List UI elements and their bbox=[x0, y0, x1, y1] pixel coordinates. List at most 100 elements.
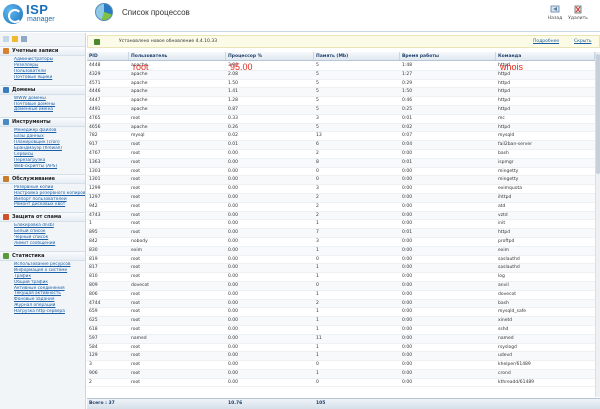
back-button[interactable]: Назад bbox=[544, 4, 566, 21]
sidebar-section-header[interactable]: Обслуживание bbox=[0, 173, 85, 184]
table-row[interactable]: 4765 root 0.33 3 0:01 mc bbox=[87, 115, 595, 124]
notice-details-link[interactable]: Подробнее bbox=[533, 39, 559, 44]
cell-command: khelper/61489 bbox=[498, 362, 531, 368]
cell-cpu: 1.50 bbox=[228, 80, 239, 86]
cell-user: root bbox=[131, 256, 141, 262]
scrollbar-thumb[interactable] bbox=[596, 54, 600, 174]
table-row[interactable]: 830 exim 0.00 1 0:00 exim bbox=[87, 246, 595, 256]
cell-uptime: 0:00 bbox=[402, 282, 413, 288]
favorites-icon[interactable] bbox=[12, 35, 18, 42]
cell-pid: 1301 bbox=[89, 177, 101, 183]
table-row[interactable]: 4446 apache 1.41 5 1:50 httpd bbox=[87, 88, 595, 98]
ispmanager-logo[interactable]: ISP manager bbox=[3, 2, 73, 29]
col-header-memory[interactable]: Память (Mb) bbox=[314, 52, 400, 60]
sidebar-section-title: Учетные записи bbox=[12, 48, 59, 54]
col-header-cpu[interactable]: Процессор % bbox=[226, 52, 314, 60]
cell-memory: 1 bbox=[316, 291, 319, 297]
table-row[interactable]: 782 mysql 0.02 13 0:07 mysqld bbox=[87, 132, 595, 142]
section-icon bbox=[3, 86, 9, 93]
collapse-icon[interactable] bbox=[21, 35, 27, 42]
cell-pid: 4743 bbox=[89, 212, 101, 218]
table-row[interactable]: 942 root 0.00 2 0:00 atd bbox=[87, 203, 595, 212]
sidebar-section-header[interactable]: Домены bbox=[0, 84, 85, 95]
sidebar-section-header[interactable]: Защита от спама bbox=[0, 212, 85, 223]
table-row[interactable]: 4448 apache 3.00 5 1:48 httpd bbox=[87, 62, 595, 71]
table-row[interactable]: 4447 apache 1.28 5 0:46 httpd bbox=[87, 97, 595, 106]
table-row[interactable]: 1297 root 0.00 2 0:00 ihttpd bbox=[87, 193, 595, 203]
cell-command: udevd bbox=[498, 353, 512, 359]
table-row[interactable]: 584 root 0.00 1 0:00 rsyslogd bbox=[87, 344, 595, 353]
cell-memory: 5 bbox=[316, 106, 319, 112]
sidebar-section-header[interactable]: Статистика bbox=[0, 250, 85, 261]
table-row[interactable]: 895 root 0.00 7 0:01 httpd bbox=[87, 229, 595, 238]
cell-memory: 2 bbox=[316, 203, 319, 209]
sidebar-item[interactable]: Лимит сообщений bbox=[14, 241, 85, 247]
table-row[interactable]: 597 named 0.00 11 0:00 named bbox=[87, 334, 595, 344]
sidebar-section-header[interactable]: Инструменты bbox=[0, 117, 85, 128]
table-row[interactable]: 618 root 0.00 1 0:00 sshd bbox=[87, 326, 595, 335]
cell-user: root bbox=[131, 344, 141, 350]
table-row[interactable]: 917 root 0.01 6 0:04 fail2ban-server bbox=[87, 141, 595, 150]
table-row[interactable]: 1 root 0.00 1 0:00 init bbox=[87, 220, 595, 230]
table-row[interactable]: 1301 root 0.00 0 0:00 mingetty bbox=[87, 176, 595, 186]
table-row[interactable]: 2 root 0.00 0 0:00 kthreadd/61489 bbox=[87, 379, 595, 388]
cell-uptime: 1:27 bbox=[402, 71, 413, 77]
col-header-user[interactable]: Пользователь bbox=[129, 52, 226, 60]
cell-cpu: 0.00 bbox=[228, 300, 239, 306]
sidebar-item[interactable]: Ремонт дисковых квот bbox=[14, 202, 85, 208]
table-row[interactable]: 4571 apache 1.50 5 0:29 httpd bbox=[87, 80, 595, 89]
cell-uptime: 0:00 bbox=[402, 203, 413, 209]
col-header-uptime[interactable]: Время работы bbox=[400, 52, 496, 60]
table-row[interactable]: 810 root 0.00 1 0:00 log bbox=[87, 273, 595, 282]
cell-command: xinetd bbox=[498, 318, 513, 324]
cell-cpu: 0.00 bbox=[228, 362, 239, 368]
table-row[interactable]: 129 root 0.00 1 0:00 udevd bbox=[87, 352, 595, 362]
table-row[interactable]: 4491 apache 0.87 5 0:25 httpd bbox=[87, 105, 595, 115]
table-row[interactable]: 842 nobody 0.00 3 0:00 proftpd bbox=[87, 238, 595, 247]
table-row[interactable]: 1303 root 0.00 0 0:00 mingetty bbox=[87, 168, 595, 177]
cell-user: root bbox=[131, 300, 141, 306]
table-row[interactable]: 4743 root 0.00 2 0:00 vztd bbox=[87, 211, 595, 221]
sidebar: Учетные записи Администраторы Резеллеры Пол… bbox=[0, 33, 86, 409]
col-header-pid[interactable]: PID bbox=[87, 52, 129, 60]
table-row[interactable]: 625 root 0.00 1 0:00 xinetd bbox=[87, 317, 595, 326]
cell-user: apache bbox=[131, 98, 148, 104]
table-row[interactable]: 4767 root 0.00 2 0:00 bash bbox=[87, 150, 595, 159]
sidebar-item[interactable]: Нагрузка http-сервера bbox=[14, 309, 85, 315]
list-icon[interactable] bbox=[3, 35, 9, 42]
table-row[interactable]: 817 root 0.00 1 0:00 saslauthd bbox=[87, 264, 595, 274]
table-row[interactable]: 4329 apache 2.08 5 1:27 httpd bbox=[87, 70, 595, 80]
table-row[interactable]: 4744 root 0.00 2 0:00 bash bbox=[87, 299, 595, 309]
table-scrollbar[interactable] bbox=[595, 52, 600, 397]
sidebar-item[interactable]: Настройка резервного копирования bbox=[14, 191, 85, 197]
table-row[interactable]: 3 root 0.00 0 0:00 khelper/61489 bbox=[87, 361, 595, 370]
cell-user: root bbox=[131, 221, 141, 227]
table-row[interactable]: 806 root 0.00 1 0:00 dovecot bbox=[87, 291, 595, 300]
table-row[interactable]: 819 root 0.00 0 0:00 saslauthd bbox=[87, 256, 595, 265]
cell-uptime: 0:25 bbox=[402, 106, 413, 112]
section-icon bbox=[3, 214, 9, 221]
cell-cpu: 1.41 bbox=[228, 89, 239, 95]
table-row[interactable]: 659 root 0.00 1 0:00 mysqld_safe bbox=[87, 308, 595, 318]
cell-command: saslauthd bbox=[498, 256, 520, 262]
notice-hide-link[interactable]: Скрыть bbox=[574, 39, 592, 44]
cell-pid: 810 bbox=[89, 274, 98, 280]
sidebar-section-header[interactable]: Учетные записи bbox=[0, 46, 85, 56]
sidebar-item[interactable]: Почтовые ящики bbox=[14, 75, 85, 81]
table-row[interactable]: 1299 root 0.00 3 0:00 eximquota bbox=[87, 185, 595, 194]
col-header-command[interactable]: Команда bbox=[496, 52, 595, 60]
sidebar-item[interactable]: Доменные имена bbox=[14, 107, 85, 113]
cell-pid: 4447 bbox=[89, 98, 101, 104]
cell-cpu: 0.00 bbox=[228, 186, 239, 192]
cell-uptime: 0:00 bbox=[402, 274, 413, 280]
table-row[interactable]: 1363 root 0.00 8 0:01 ispmgr bbox=[87, 158, 595, 168]
delete-button[interactable]: Удалить bbox=[567, 4, 589, 21]
cell-user: apache bbox=[131, 71, 148, 77]
cell-pid: 3 bbox=[89, 362, 92, 368]
table-row[interactable]: 4656 apache 0.26 5 0:02 httpd bbox=[87, 123, 595, 133]
cell-cpu: 0.00 bbox=[228, 256, 239, 262]
table-row[interactable]: 809 dovecot 0.00 0 0:00 anvil bbox=[87, 281, 595, 291]
table-row[interactable]: 906 root 0.00 1 0:00 crond bbox=[87, 369, 595, 379]
cell-cpu: 0.00 bbox=[228, 353, 239, 359]
sidebar-item[interactable]: Web-скрипты (APS) bbox=[14, 164, 85, 170]
